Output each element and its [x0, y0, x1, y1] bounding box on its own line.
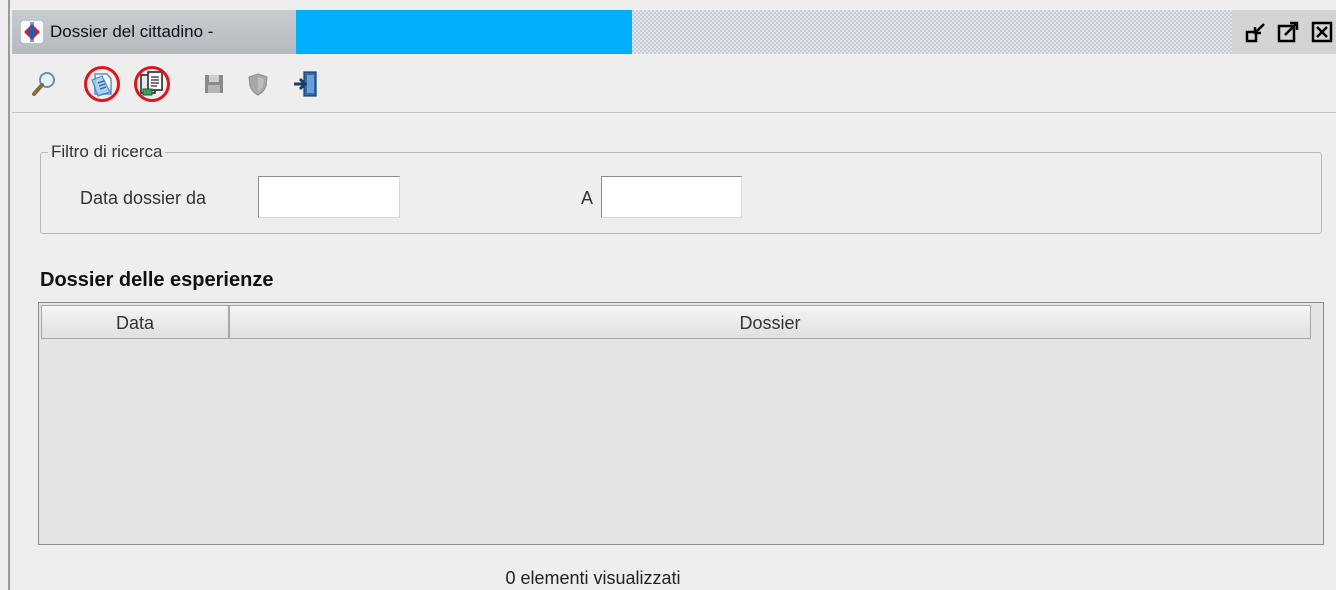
- dossier-section-title: Dossier delle esperienze: [40, 269, 274, 291]
- shield-icon: [248, 73, 268, 96]
- highlight-circle: [134, 66, 170, 102]
- dossier-window: Dossier del cittadino - Filtro di ricerc…: [0, 0, 1336, 590]
- document-button[interactable]: [84, 66, 120, 102]
- copy-documents-button[interactable]: [134, 66, 170, 102]
- table-body: [39, 341, 1323, 544]
- column-header-dossier[interactable]: Dossier: [229, 305, 1311, 339]
- highlight-circle: [84, 66, 120, 102]
- date-from-label: Data dossier da: [80, 188, 207, 208]
- date-to-input[interactable]: [601, 176, 742, 218]
- save-icon: [205, 75, 223, 93]
- minimize-icon[interactable]: [1244, 20, 1268, 44]
- shield-button: [240, 66, 276, 102]
- search-filter-legend: Filtro di ricerca: [48, 141, 166, 163]
- title-bar[interactable]: Dossier del cittadino -: [12, 10, 1336, 54]
- window-title: Dossier del cittadino -: [50, 22, 214, 41]
- search-icon: [32, 72, 55, 96]
- exit-button[interactable]: [288, 66, 324, 102]
- window-left-border: [8, 0, 10, 590]
- title-bar-left: Dossier del cittadino -: [12, 10, 632, 54]
- redacted-area: [296, 10, 632, 54]
- close-icon[interactable]: [1310, 20, 1334, 44]
- search-button[interactable]: [26, 66, 62, 102]
- title-bar-pattern: [632, 10, 1232, 54]
- date-from-input[interactable]: [258, 176, 400, 218]
- exit-icon: [294, 71, 317, 97]
- app-icon: [21, 21, 43, 43]
- save-button: [196, 66, 232, 102]
- toolbar: [12, 56, 1336, 113]
- dossier-table[interactable]: Data Dossier: [38, 302, 1324, 545]
- maximize-icon[interactable]: [1276, 20, 1300, 44]
- column-header-data[interactable]: Data: [41, 305, 229, 339]
- item-count-status: 0 elementi visualizzati: [505, 568, 681, 588]
- date-to-label: A: [581, 188, 594, 208]
